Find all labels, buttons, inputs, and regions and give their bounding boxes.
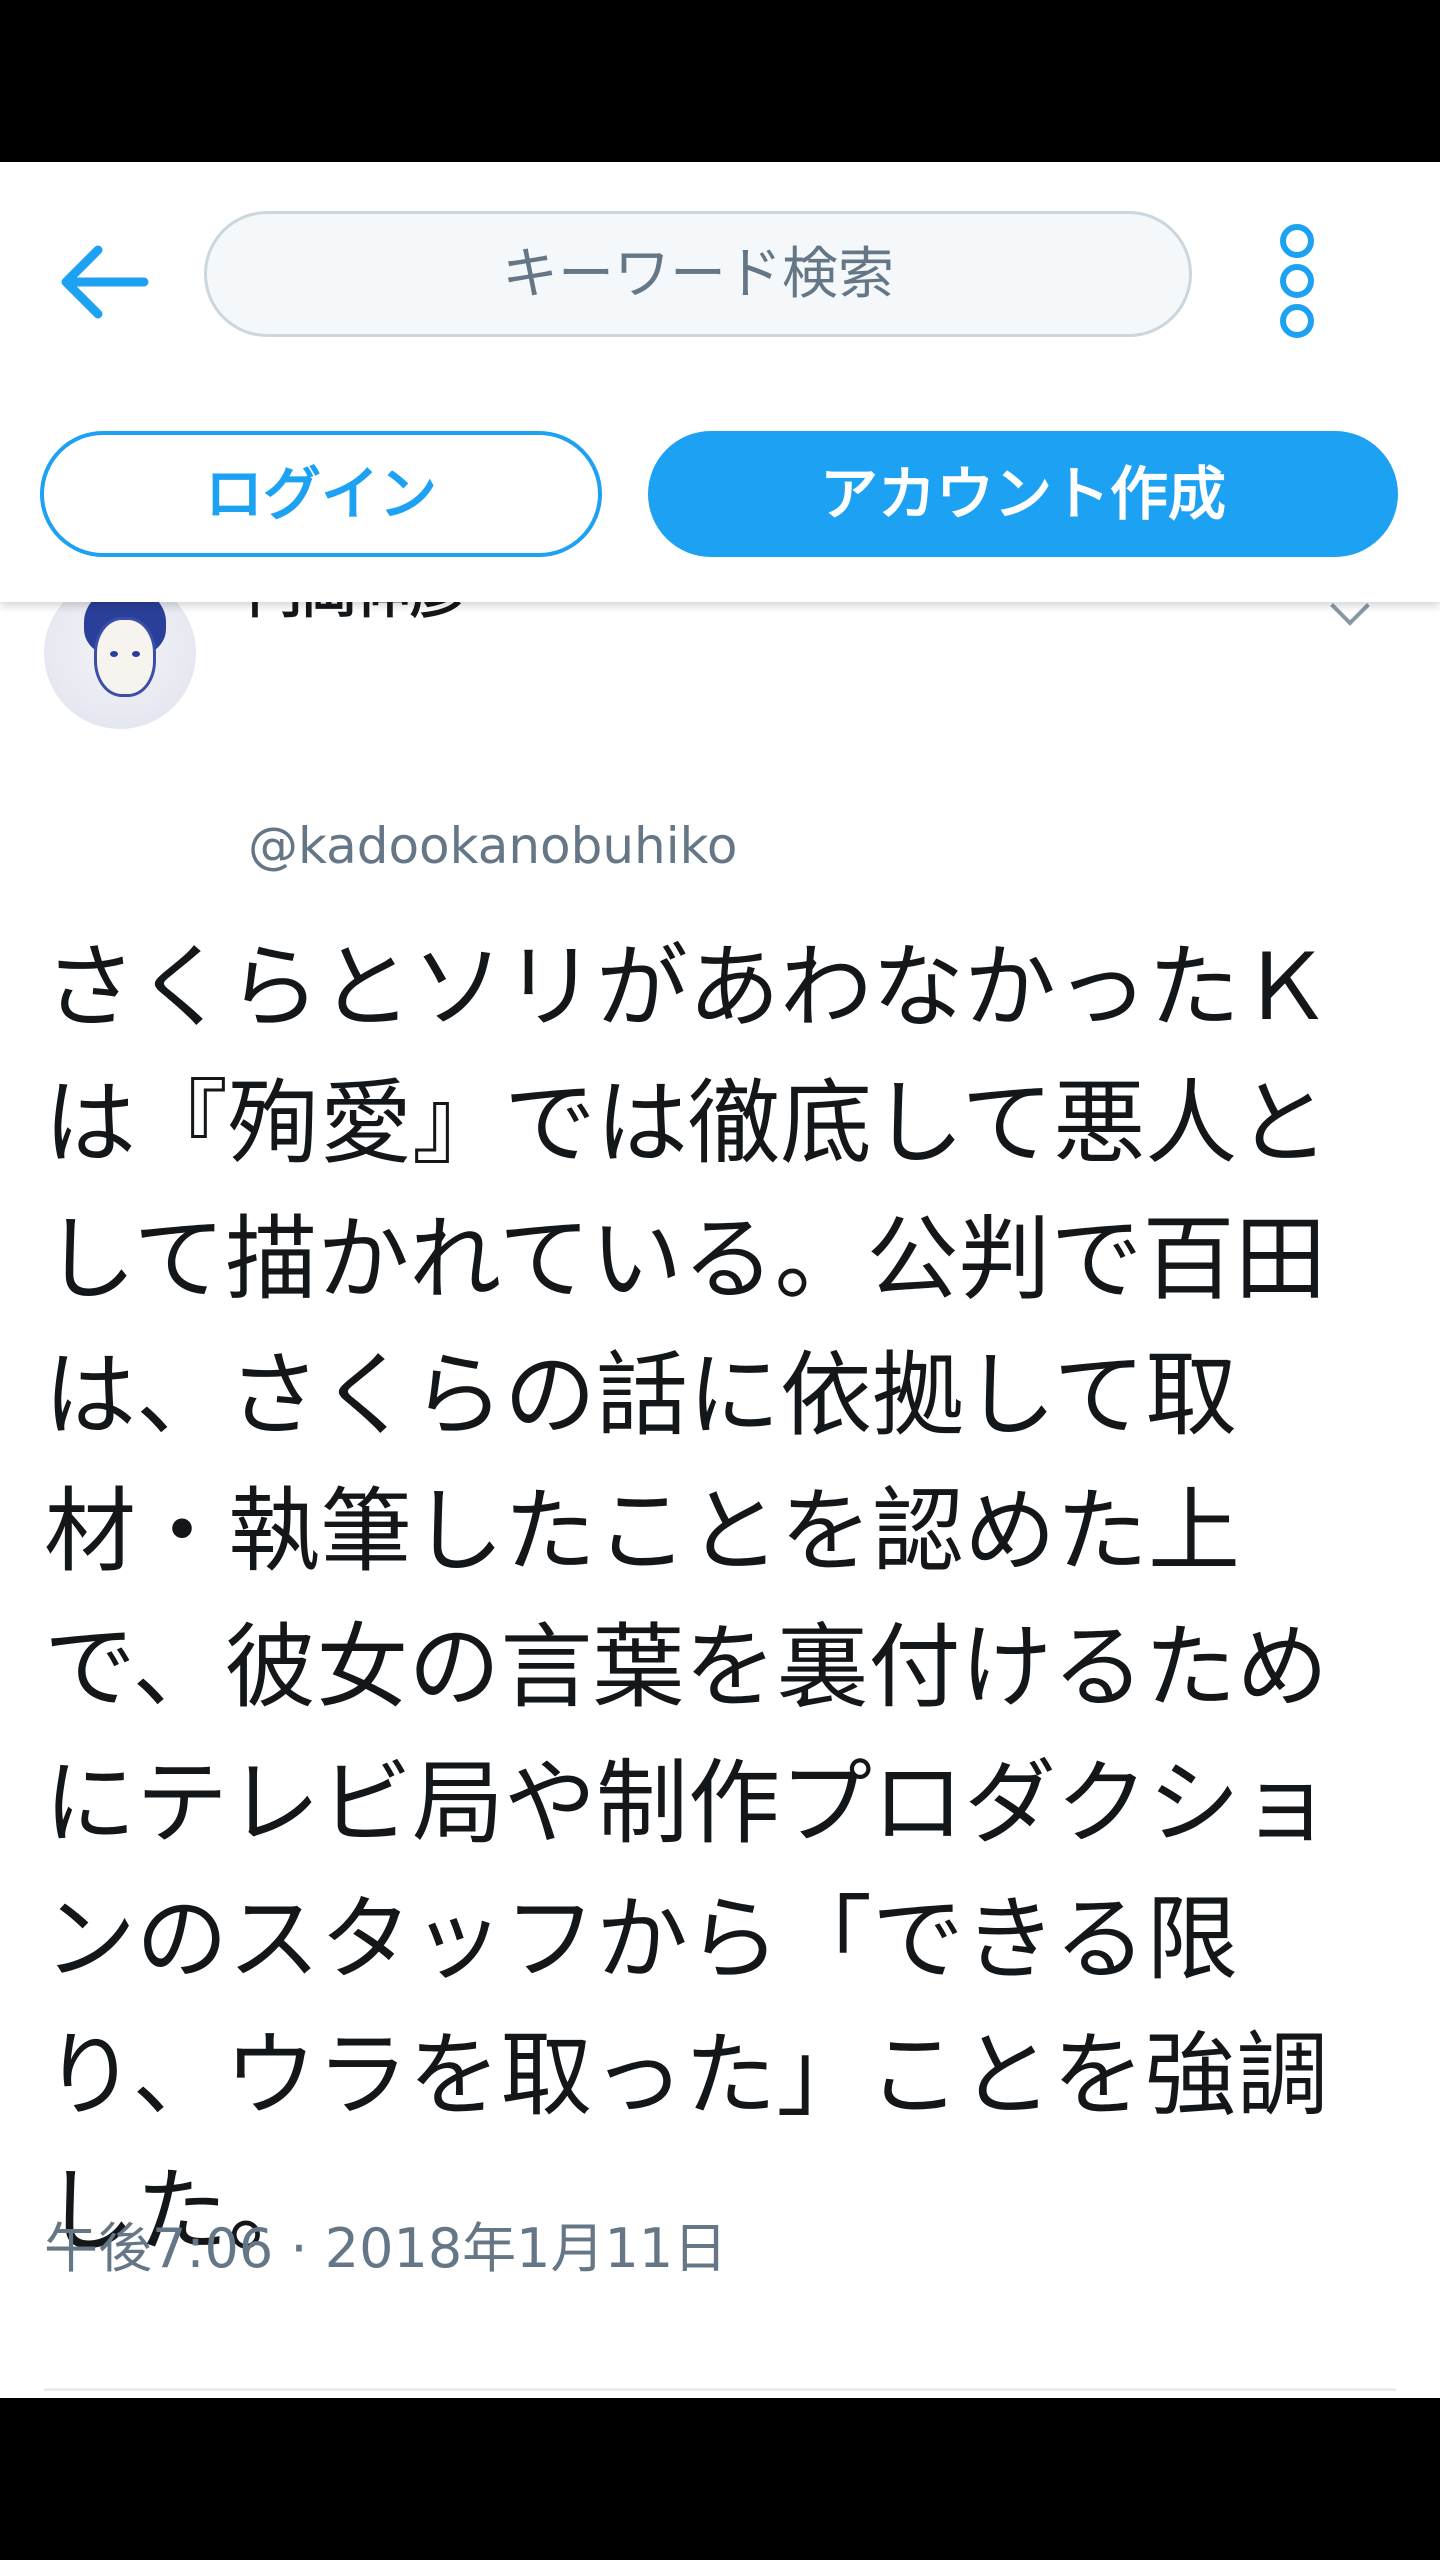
tweet-timestamp[interactable]: 午後7:06 · 2018年1月11日 [44, 2216, 727, 2282]
avatar-eye-left [110, 651, 118, 657]
divider [44, 2388, 1396, 2391]
username[interactable]: @kadookanobuhiko [248, 816, 737, 876]
avatar-face [94, 617, 156, 697]
back-button[interactable] [56, 232, 156, 332]
more-vertical-icon-dot [1280, 264, 1314, 298]
navigation-bar-area [0, 2398, 1440, 2560]
avatar-eye-right [132, 651, 140, 657]
top-header: ログイン アカウント作成 [0, 162, 1440, 602]
signup-button[interactable]: アカウント作成 [648, 431, 1398, 557]
more-vertical-icon-dot [1280, 304, 1314, 338]
arrow-left-icon [61, 245, 149, 319]
more-options-button[interactable] [1250, 222, 1340, 342]
tweet-text: さくらとソリがあわなかったＫは『殉愛』では徹底して悪人として描かれている。公判で… [44, 934, 1333, 2265]
search-input[interactable] [204, 211, 1192, 337]
more-vertical-icon [1280, 224, 1314, 258]
login-button[interactable]: ログイン [40, 431, 602, 557]
status-bar-area [0, 0, 1440, 162]
app-screen: 門岡伸彦 @kadookanobuhiko さくらとソリがあわなかったＫは『殉愛… [0, 162, 1440, 2398]
